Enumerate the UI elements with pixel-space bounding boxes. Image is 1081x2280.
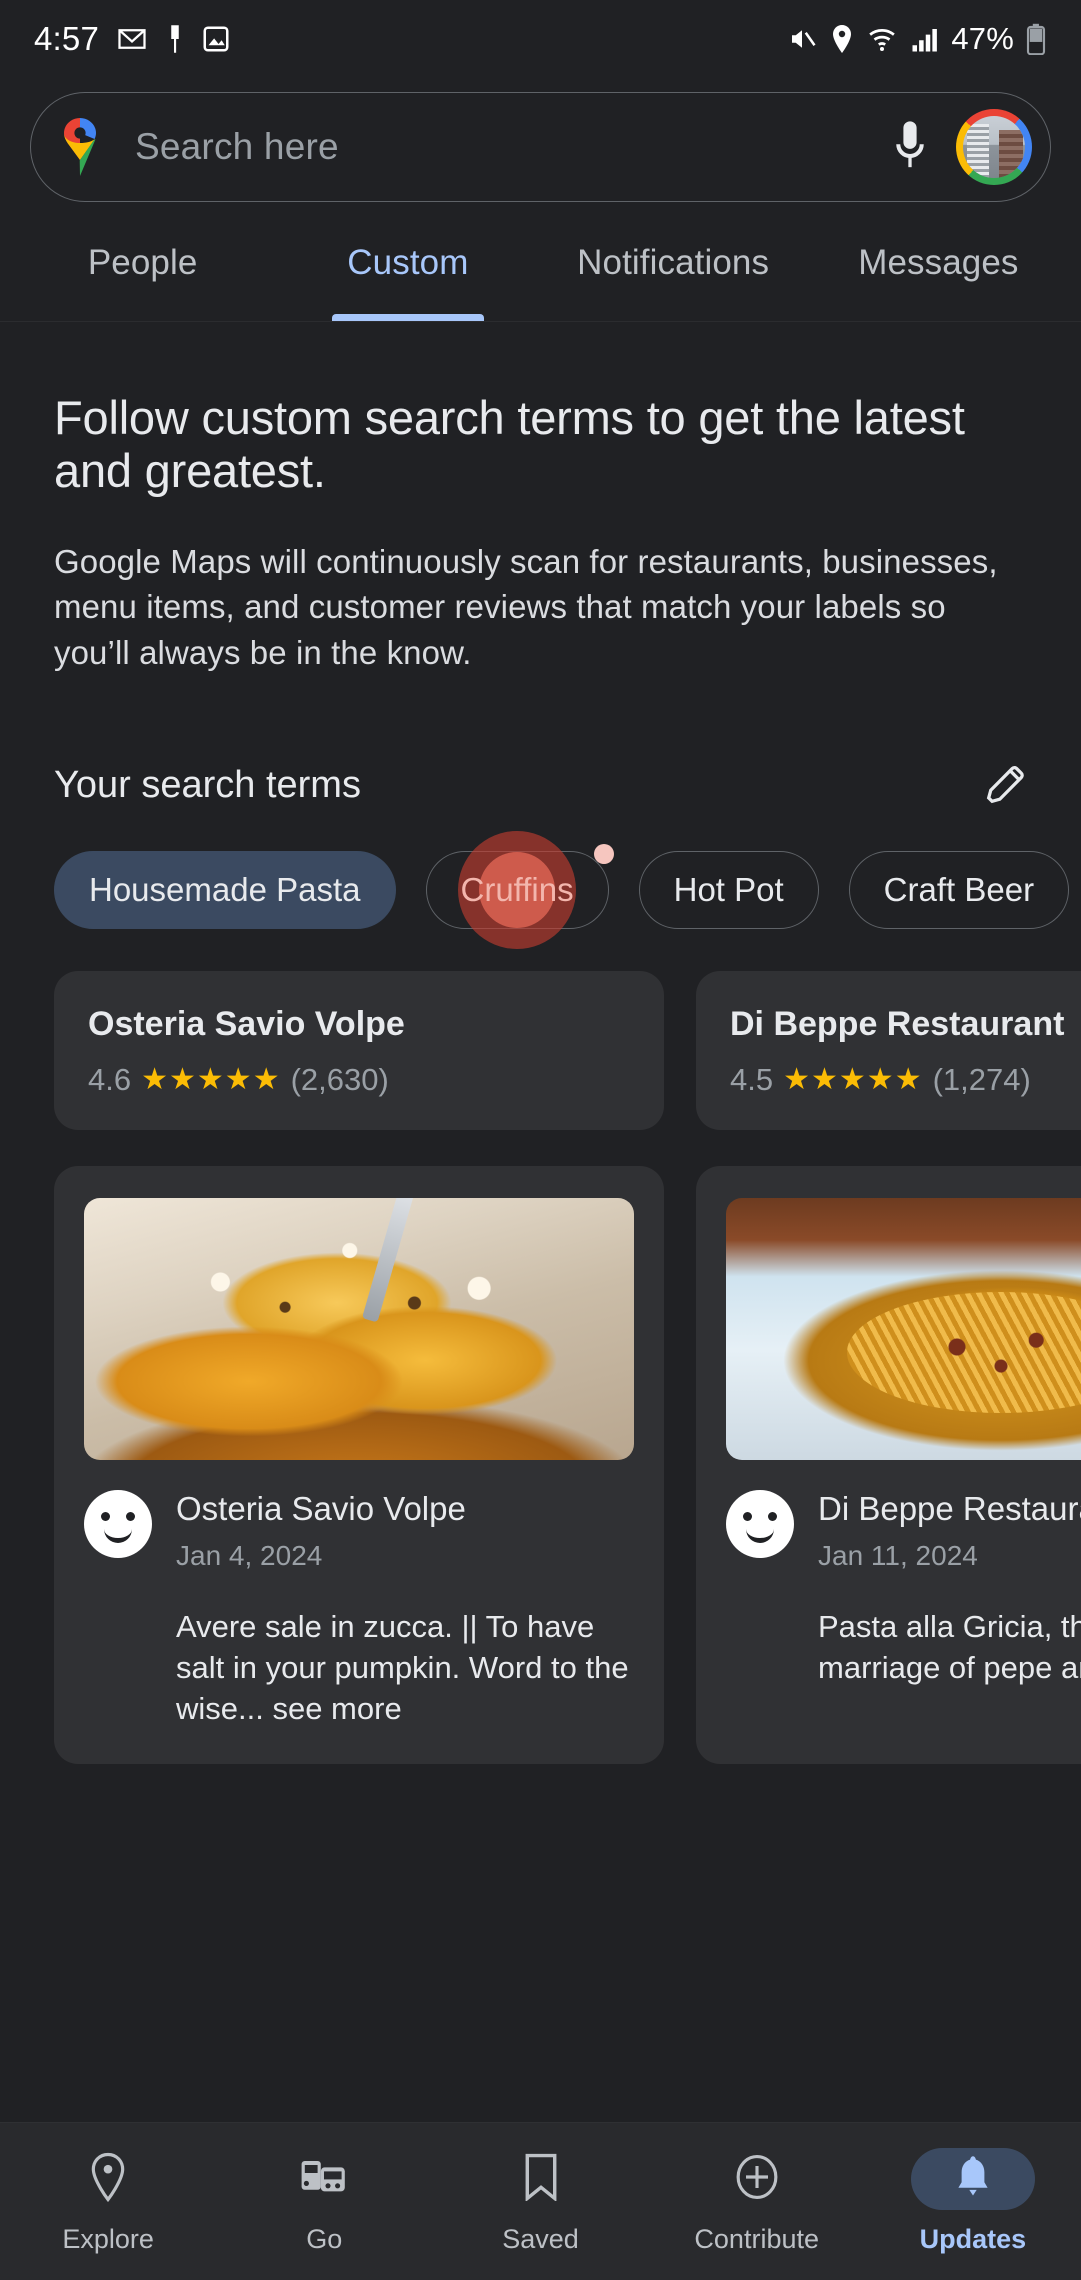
status-bar-right: 47% xyxy=(785,21,1047,57)
rating-value: 4.5 xyxy=(730,1061,774,1097)
review-place-name: Di Beppe Restaurant xyxy=(818,1489,1081,1527)
review-card[interactable]: Osteria Savio Volpe Jan 4, 2024 Avere sa… xyxy=(54,1165,664,1764)
rating-value: 4.6 xyxy=(88,1061,132,1097)
gmail-icon xyxy=(115,24,149,54)
photo-icon xyxy=(201,24,231,54)
tab-messages[interactable]: Messages xyxy=(806,243,1071,321)
smiley-avatar xyxy=(84,1489,152,1558)
pasta-spoon-photo xyxy=(84,1197,634,1460)
search-bar[interactable]: Search here xyxy=(30,92,1051,202)
google-maps-pin-logo xyxy=(53,116,107,178)
pin-icon xyxy=(165,24,185,54)
chip-cruffins[interactable]: Cruffins xyxy=(425,830,614,949)
battery-percent: 47% xyxy=(951,21,1014,56)
chip-label: Housemade Pasta xyxy=(89,870,361,908)
chip-craft-beer[interactable]: Craft Beer xyxy=(848,850,1070,929)
avatar[interactable] xyxy=(956,109,1032,185)
tab-bar: People Custom Notifications Messages xyxy=(0,202,1081,322)
spaghetti-bowl-photo xyxy=(726,1197,1081,1460)
status-bar-left: 4:57 xyxy=(34,20,231,58)
place-card[interactable]: Osteria Savio Volpe 4.6 ★★★★★ (2,630) xyxy=(54,970,664,1130)
status-bar: 4:57 47% xyxy=(0,0,1081,78)
nav-item-saved[interactable]: Saved xyxy=(432,2148,648,2255)
place-name: Di Beppe Restaurant xyxy=(730,1004,1065,1043)
search-bar-container: Search here xyxy=(0,78,1081,202)
review-place-name: Osteria Savio Volpe xyxy=(176,1489,466,1527)
mute-icon xyxy=(785,24,819,54)
status-time: 4:57 xyxy=(34,20,100,57)
place-rating: 4.5 ★★★★★ (1,274) xyxy=(730,1062,1081,1098)
search-terms-title: Your search terms xyxy=(54,764,361,807)
plus-circle-icon xyxy=(735,2153,779,2206)
nav-label: Contribute xyxy=(694,2224,819,2254)
nav-label: Explore xyxy=(62,2224,154,2254)
chip-label: Cruffins xyxy=(460,870,574,908)
pencil-icon[interactable] xyxy=(981,763,1027,809)
nav-item-go[interactable]: Go xyxy=(216,2148,432,2255)
place-name: Osteria Savio Volpe xyxy=(88,1004,405,1043)
tab-people[interactable]: People xyxy=(10,243,275,321)
nav-label: Go xyxy=(306,2224,343,2254)
page-title: Follow custom search terms to get the la… xyxy=(54,391,965,497)
location-icon xyxy=(830,24,854,54)
review-date: Jan 4, 2024 xyxy=(176,1539,323,1571)
bottom-navigation: Explore Go Saved Contribute Updates xyxy=(0,2122,1081,2280)
nav-label: Updates xyxy=(919,2224,1027,2254)
nav-item-updates[interactable]: Updates xyxy=(865,2148,1081,2255)
battery-icon xyxy=(1025,23,1047,56)
chip-badge-dot xyxy=(593,843,614,864)
page-description: Google Maps will continuously scan for r… xyxy=(54,543,998,671)
review-count: (2,630) xyxy=(290,1061,389,1097)
place-rating: 4.6 ★★★★★ (2,630) xyxy=(88,1062,630,1098)
place-card-list[interactable]: Osteria Savio Volpe 4.6 ★★★★★ (2,630) Di… xyxy=(0,970,1081,1130)
search-term-chips: Housemade Pasta Cruffins Hot Pot Craft B… xyxy=(0,830,1081,949)
chip-hot-pot[interactable]: Hot Pot xyxy=(638,850,819,929)
app-screen: 4:57 47% Search here People Custom Notif… xyxy=(0,0,1081,2280)
review-header: Di Beppe Restaurant Jan 11, 2024 xyxy=(726,1489,1081,1572)
tab-custom[interactable]: Custom xyxy=(275,243,540,321)
chip-housemade-pasta[interactable]: Housemade Pasta xyxy=(54,850,396,929)
chip-label: Craft Beer xyxy=(883,870,1035,908)
review-body[interactable]: Pasta alla Gricia, the perfect marriage … xyxy=(818,1606,1081,1688)
nav-item-contribute[interactable]: Contribute xyxy=(649,2148,865,2255)
microphone-icon[interactable] xyxy=(888,117,932,177)
commute-icon xyxy=(300,2155,348,2204)
review-date: Jan 11, 2024 xyxy=(818,1539,978,1571)
review-count: (1,274) xyxy=(932,1061,1031,1097)
bookmark-icon xyxy=(522,2153,560,2206)
review-card-list[interactable]: Osteria Savio Volpe Jan 4, 2024 Avere sa… xyxy=(0,1165,1081,1764)
search-input[interactable]: Search here xyxy=(135,126,888,168)
custom-tab-content: Follow custom search terms to get the la… xyxy=(0,391,1081,1764)
review-body[interactable]: Avere sale in zucca. || To have salt in … xyxy=(176,1606,634,1730)
cell-signal-icon xyxy=(910,24,940,54)
smiley-avatar xyxy=(726,1489,794,1558)
review-card[interactable]: Di Beppe Restaurant Jan 11, 2024 Pasta a… xyxy=(696,1165,1081,1764)
search-terms-header: Your search terms xyxy=(54,763,1027,809)
bell-icon xyxy=(953,2153,993,2206)
tab-notifications[interactable]: Notifications xyxy=(541,243,806,321)
star-rating-icon: ★★★★★ xyxy=(141,1063,281,1097)
wifi-icon xyxy=(865,24,899,54)
review-header: Osteria Savio Volpe Jan 4, 2024 xyxy=(84,1489,634,1572)
star-rating-icon: ★★★★★ xyxy=(783,1063,923,1097)
nav-label: Saved xyxy=(502,2224,579,2254)
nav-item-explore[interactable]: Explore xyxy=(0,2148,216,2255)
place-card[interactable]: Di Beppe Restaurant 4.5 ★★★★★ (1,274) xyxy=(696,970,1081,1130)
chip-label: Hot Pot xyxy=(673,870,784,908)
map-pin-icon xyxy=(88,2152,128,2207)
